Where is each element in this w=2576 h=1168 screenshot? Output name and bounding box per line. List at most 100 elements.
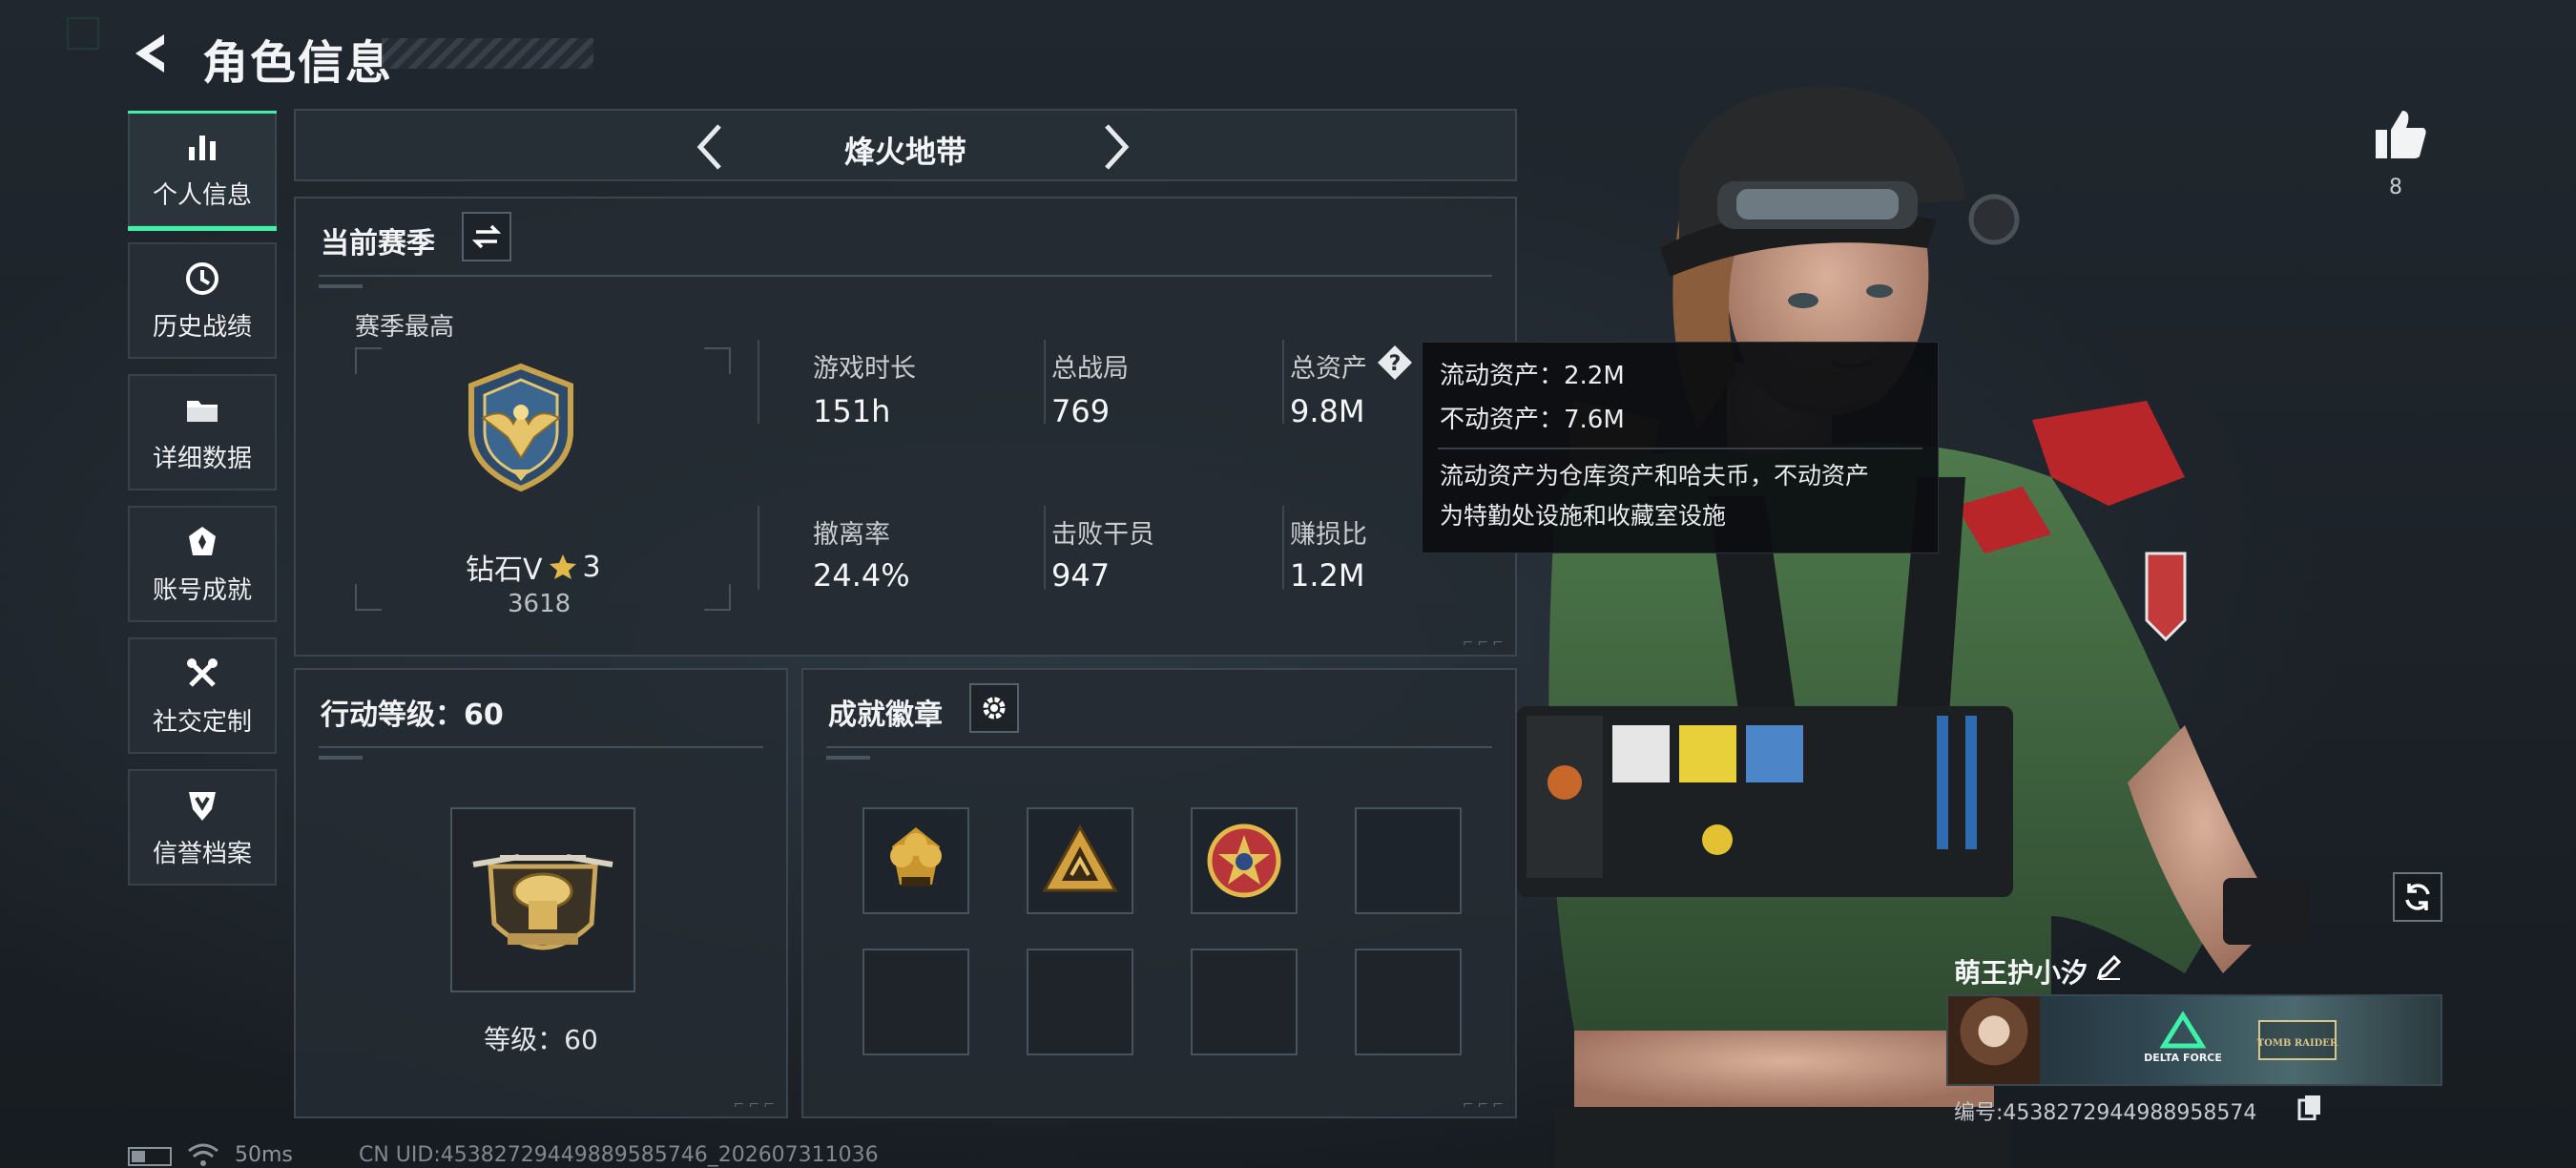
badge-slot-empty[interactable]: [1355, 949, 1462, 1055]
copy-icon: [2297, 1095, 2320, 1121]
assets-tooltip: 流动资产：2.2M 不动资产：7.6M 流动资产为仓库资产和哈夫币，不动资产 为…: [1422, 342, 1939, 553]
badge-slot[interactable]: [862, 807, 969, 914]
badges-title: 成就徽章: [828, 699, 943, 732]
nav-item-personal-info[interactable]: 个人信息: [128, 111, 277, 231]
thumbs-up-icon: [2376, 111, 2426, 158]
nav-label: 详细数据: [152, 444, 252, 473]
divider-deco: [319, 284, 363, 288]
stat-value-total-matches: 769: [1051, 393, 1111, 429]
title-decoration: [382, 38, 593, 69]
wifi-icon: [187, 1141, 219, 1168]
gold-tricorn-badge-icon: [890, 827, 942, 886]
action-level-title: 行动等级：60: [321, 699, 504, 732]
nav-label: 社交定制: [152, 707, 252, 737]
tooltip-desc-line1: 流动资产为仓库资产和哈夫币，不动资产: [1440, 462, 1870, 490]
rotate-character-button[interactable]: [2393, 872, 2442, 922]
stat-value-profit-loss: 1.2M: [1290, 557, 1365, 594]
stat-value-total-assets: 9.8M: [1290, 393, 1365, 429]
stat-label-kills: 击败干员: [1051, 520, 1154, 550]
tooltip-desc-line2: 为特勤处设施和收藏室设施: [1440, 502, 1727, 530]
nav-item-detailed-data[interactable]: 详细数据: [128, 374, 277, 490]
stat-separator: [1282, 506, 1284, 590]
player-name: 萌王护小汐: [1954, 957, 2088, 989]
credit-shield-icon: [183, 786, 221, 824]
corner-mark: [67, 17, 99, 50]
season-panel: 当前赛季 赛季最高 钻石V 3 3618 游戏时长 151h 总战局 769 总…: [294, 197, 1517, 657]
divider-deco: [826, 756, 870, 760]
banner-logo-text: TOMB RAIDER: [2257, 1038, 2338, 1049]
next-mode-button[interactable]: [1091, 120, 1139, 174]
pencil-icon: [2096, 954, 2122, 980]
level-badge-frame: [450, 807, 635, 992]
frame-corner: [355, 584, 382, 611]
tooltip-divider: [1438, 448, 1922, 449]
delta-force-logo: DELTA FORCE: [2135, 1010, 2231, 1067]
like-count: 8: [2389, 176, 2402, 199]
gear-icon: [983, 697, 1006, 720]
gold-triangle-badge-icon: [1042, 824, 1118, 892]
stat-value-playtime: 151h: [813, 393, 891, 429]
tooltip-liquid-assets: 流动资产：2.2M: [1440, 362, 1625, 390]
swap-icon: [472, 224, 501, 249]
frame-corner: [355, 347, 382, 374]
back-button[interactable]: [126, 29, 179, 78]
season-best-label: 赛季最高: [355, 313, 455, 342]
tomb-raider-logo: TOMB RAIDER: [2250, 1012, 2345, 1069]
nav-item-history[interactable]: 历史战绩: [128, 242, 277, 359]
corner-deco: ⌐⌐⌐: [1462, 1097, 1507, 1113]
edit-name-button[interactable]: [2095, 952, 2124, 981]
divider: [826, 746, 1492, 748]
like-button[interactable]: [2370, 105, 2431, 162]
corner-deco: ⌐⌐⌐: [733, 1097, 779, 1113]
star-icon: [549, 554, 576, 579]
rank-name-row: 钻石V 3: [466, 546, 601, 588]
star-emblem-badge-icon: [1207, 824, 1281, 898]
avatar[interactable]: [1948, 996, 2040, 1084]
copy-id-button[interactable]: [2297, 1094, 2322, 1121]
divider-deco: [319, 756, 363, 760]
helicopter-level-badge-icon: [472, 854, 613, 950]
rank-name: 钻石V: [466, 553, 543, 587]
action-level-panel: 行动等级：60 等级：60 ⌐⌐⌐: [294, 668, 788, 1118]
banner-logo-text: DELTA FORCE: [2144, 1052, 2222, 1064]
badge-slot-empty[interactable]: [1191, 949, 1298, 1055]
achievement-icon: [183, 523, 221, 561]
badges-panel: 成就徽章 ⌐⌐⌐: [801, 668, 1517, 1118]
stat-label-profit-loss: 赚损比: [1290, 520, 1367, 550]
stat-separator: [758, 506, 759, 590]
stat-label-total-matches: 总战局: [1051, 354, 1129, 384]
badge-slot[interactable]: [1027, 807, 1133, 914]
stat-label-extraction-rate: 撤离率: [813, 520, 890, 550]
season-switch-button[interactable]: [462, 212, 511, 261]
badge-slot-empty[interactable]: [862, 949, 969, 1055]
battery-icon: [128, 1147, 172, 1166]
chevron-right-icon: [1105, 124, 1130, 170]
tooltip-fixed-assets: 不动资产：7.6M: [1440, 406, 1625, 434]
refresh-icon: [2405, 884, 2430, 910]
rank-points: 3618: [508, 590, 571, 618]
badge-slot-empty[interactable]: [1355, 807, 1462, 914]
folder-icon: [183, 391, 221, 429]
page-title: 角色信息: [202, 36, 394, 90]
nav-label: 账号成就: [152, 575, 252, 605]
assets-help-button[interactable]: ?: [1376, 344, 1414, 382]
nav-item-social[interactable]: 社交定制: [128, 637, 277, 754]
tools-icon: [183, 655, 221, 693]
badge-slot[interactable]: [1191, 807, 1298, 914]
bar-chart-icon: [183, 128, 221, 166]
badge-settings-button[interactable]: [969, 683, 1019, 733]
stat-separator: [1044, 340, 1046, 424]
nav-label: 历史战绩: [152, 312, 252, 342]
nav-item-credit[interactable]: 信誉档案: [128, 769, 277, 886]
badge-slot-empty[interactable]: [1027, 949, 1133, 1055]
mode-label: 烽火地带: [843, 134, 966, 170]
stat-separator: [758, 340, 759, 424]
frame-corner: [704, 347, 731, 374]
uid-text: CN UID:4538272944988958574​6_20260731103…: [359, 1143, 879, 1167]
rank-stars: 3: [582, 550, 601, 584]
nav-item-achievements[interactable]: 账号成就: [128, 506, 277, 622]
diamond-rank-emblem-icon: [468, 363, 573, 492]
stat-label-total-assets: 总资产: [1290, 354, 1367, 384]
frame-corner: [704, 584, 731, 611]
corner-deco: ⌐⌐⌐: [1462, 636, 1507, 651]
